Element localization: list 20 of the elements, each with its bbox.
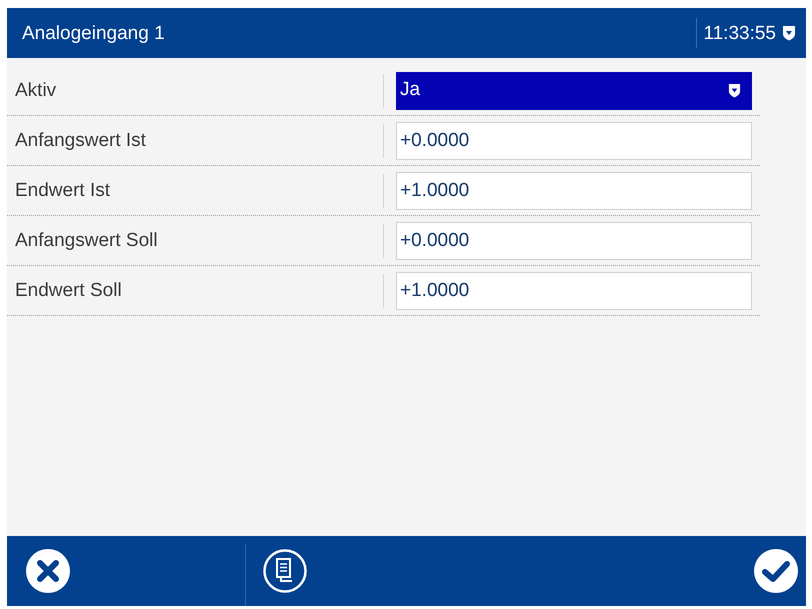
dropdown-icon[interactable] <box>782 25 796 41</box>
confirm-button[interactable] <box>753 548 799 594</box>
field-label: Endwert Soll <box>15 281 123 300</box>
window-title: Analogeingang 1 <box>21 24 165 42</box>
close-icon <box>25 548 71 594</box>
dropdown-field[interactable]: Ja <box>396 72 752 110</box>
checkmark-icon <box>753 548 799 594</box>
dropdown-icon <box>728 83 741 98</box>
documents-icon <box>262 548 308 594</box>
clock-time: 11:33:55 <box>703 24 776 42</box>
field-label: Anfangswert Soll <box>15 231 159 250</box>
number-field[interactable]: +0.0000 <box>396 122 752 160</box>
field-label: Anfangswert Ist <box>15 131 147 150</box>
number-field[interactable]: +1.0000 <box>396 172 752 210</box>
number-field[interactable]: +0.0000 <box>396 222 752 260</box>
field-label: Aktiv <box>15 81 58 100</box>
copy-button[interactable] <box>262 548 308 594</box>
field-label: Endwert Ist <box>15 181 112 200</box>
number-field[interactable]: +1.0000 <box>396 272 752 310</box>
cancel-button[interactable] <box>25 548 71 594</box>
